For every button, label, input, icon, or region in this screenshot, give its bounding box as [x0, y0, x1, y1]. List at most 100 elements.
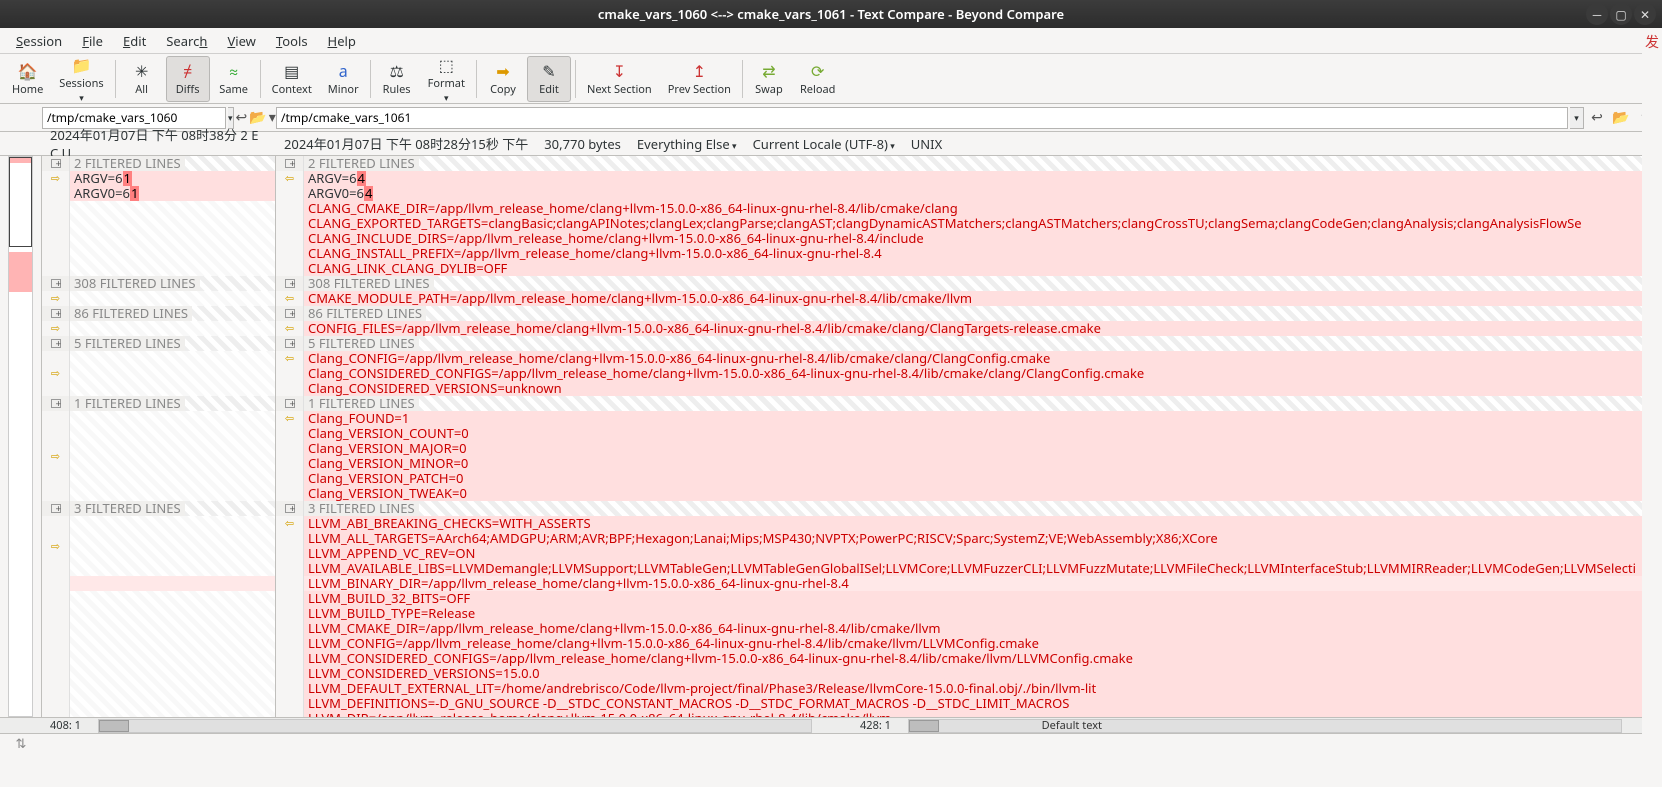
reload-icon: ⟳ — [811, 60, 824, 82]
code-line: ⇦Clang_CONFIG=/app/llvm_release_home/cla… — [276, 351, 1661, 366]
right-hscroll[interactable] — [908, 719, 1622, 733]
encoding-dropdown[interactable]: Everything Else — [629, 135, 745, 153]
left-position: 408: 1 — [42, 718, 94, 733]
left-content[interactable]: +2 FILTERED LINES ⇨ARGV=61 ARGV0=61 +308… — [42, 156, 275, 717]
code-line: LLVM_CONSIDERED_CONFIGS=/app/llvm_releas… — [276, 651, 1661, 666]
code-line: ⇦CMAKE_MODULE_PATH=/app/llvm_release_hom… — [276, 291, 1661, 306]
code-line: LLVM_ALL_TARGETS=AArch64;AMDGPU;ARM;AVR;… — [276, 531, 1661, 546]
right-info-size: 30,770 bytes — [536, 135, 629, 153]
swap-icon: ⇄ — [762, 60, 775, 82]
filtered-label: 2 FILTERED LINES — [70, 156, 185, 171]
copy-button[interactable]: ➡Copy — [481, 56, 525, 102]
code-line: Clang_VERSION_COUNT=0 — [276, 426, 1661, 441]
code-line: Clang_CONSIDERED_VERSIONS=unknown — [276, 381, 1661, 396]
separator — [476, 60, 477, 98]
copy-icon: ➡ — [496, 60, 509, 82]
home-icon: 🏠 — [18, 60, 38, 82]
code-line: ⇦Clang_FOUND=1 — [276, 411, 1661, 426]
minimize-button[interactable]: ─ — [1586, 3, 1608, 25]
right-path-dropdown[interactable]: ▾ — [1570, 107, 1584, 129]
swap-button[interactable]: ⇄Swap — [747, 56, 791, 102]
filtered-label: +5 FILTERED LINES — [276, 336, 1661, 351]
titlebar: cmake_vars_1060 <--> cmake_vars_1061 - T… — [0, 0, 1662, 28]
filtered-label: 86 FILTERED LINES — [70, 306, 192, 321]
footer-text: Default text — [1042, 718, 1102, 733]
reload-button[interactable]: ⟳Reload — [793, 56, 842, 102]
code-line: ARGV0=64 — [276, 186, 1661, 201]
folder-icon: 📁 — [72, 54, 92, 76]
code-line: Clang_VERSION_TWEAK=0 — [276, 486, 1661, 501]
all-icon: ✳ — [135, 60, 148, 82]
right-position: 428: 1 — [852, 718, 904, 733]
prev-icon: ↥ — [693, 60, 706, 82]
minor-icon: a — [339, 60, 348, 82]
diffs-icon: ≠ — [183, 60, 192, 82]
close-button[interactable]: ✕ — [1634, 3, 1656, 25]
thumbnail-strip[interactable] — [0, 156, 42, 717]
filtered-label: 308 FILTERED LINES — [70, 276, 200, 291]
same-icon: ≈ — [229, 60, 238, 82]
code-line: LLVM_AVAILABLE_LIBS=LLVMDemangle;LLVMSup… — [276, 561, 1661, 576]
code-line: LLVM_BUILD_32_BITS=OFF — [276, 591, 1661, 606]
next-section-button[interactable]: ↧Next Section — [580, 56, 659, 102]
window-title: cmake_vars_1060 <--> cmake_vars_1061 - T… — [598, 5, 1064, 23]
code-line: CLANG_INSTALL_PREFIX=/app/llvm_release_h… — [276, 246, 1661, 261]
workspace: +2 FILTERED LINES ⇨ARGV=61 ARGV0=61 +308… — [0, 156, 1662, 717]
info-bar: 2024年01月07日 下午 08时38分 2 E C U 2024年01月07… — [0, 132, 1662, 156]
toolbar: 🏠Home 📁Sessions ✳All ≠Diffs ≈Same ▤Conte… — [0, 54, 1662, 104]
menu-file[interactable]: File — [72, 29, 113, 53]
sessions-button[interactable]: 📁Sessions — [52, 56, 110, 102]
all-button[interactable]: ✳All — [120, 56, 164, 102]
same-button[interactable]: ≈Same — [212, 56, 256, 102]
rules-button[interactable]: ⚖Rules — [375, 56, 419, 102]
menu-edit[interactable]: Edit — [113, 29, 156, 53]
right-info-date: 2024年01月07日 下午 08时28分15秒 下午 — [276, 134, 536, 153]
locale-dropdown[interactable]: Current Locale (UTF-8) — [745, 135, 903, 153]
next-icon: ↧ — [613, 60, 626, 82]
separator — [370, 60, 371, 98]
code-line: LLVM_DEFINITIONS=-D_GNU_SOURCE -D__STDC_… — [276, 696, 1661, 711]
menubar: SSessionession File Edit Search View Too… — [0, 28, 1662, 54]
maximize-button[interactable]: ▢ — [1610, 3, 1632, 25]
code-line: LLVM_DIR=/app/llvm_release_home/clang+ll… — [276, 711, 1661, 717]
status-scroll-bar: 408: 1 428: 1 Default text — [0, 717, 1662, 733]
home-button[interactable]: 🏠Home — [5, 56, 50, 102]
filtered-label: +308 FILTERED LINES — [276, 276, 1661, 291]
minor-button[interactable]: aMinor — [321, 56, 366, 102]
code-line: LLVM_BINARY_DIR=/app/llvm_release_home/c… — [276, 576, 1661, 591]
menu-session[interactable]: SSessionession — [6, 29, 72, 53]
right-pane: +2 FILTERED LINES⇦ARGV=64ARGV0=64CLANG_C… — [276, 156, 1662, 717]
left-hscroll[interactable] — [98, 719, 812, 733]
separator — [115, 60, 116, 98]
menu-tools[interactable]: Tools — [266, 29, 318, 53]
rules-icon: ⚖ — [389, 60, 403, 82]
code-line: LLVM_CONSIDERED_VERSIONS=15.0.0 — [276, 666, 1661, 681]
sync-icon[interactable]: ⇅ — [0, 734, 42, 752]
code-line: CLANG_CMAKE_DIR=/app/llvm_release_home/c… — [276, 201, 1661, 216]
right-back-icon[interactable]: ↩ — [1586, 107, 1608, 129]
prev-section-button[interactable]: ↥Prev Section — [661, 56, 738, 102]
filtered-label: +1 FILTERED LINES — [276, 396, 1661, 411]
filtered-label: 3 FILTERED LINES — [70, 501, 185, 516]
separator — [260, 60, 261, 98]
edit-icon: ✎ — [542, 60, 555, 82]
format-button[interactable]: ⬚Format — [421, 56, 472, 102]
menu-view[interactable]: View — [217, 29, 265, 53]
right-path-input[interactable] — [276, 107, 1568, 129]
filtered-label: +86 FILTERED LINES — [276, 306, 1661, 321]
menu-search[interactable]: Search — [156, 29, 217, 53]
context-icon: ▤ — [284, 60, 299, 82]
diffs-button[interactable]: ≠Diffs — [166, 56, 210, 102]
separator — [742, 60, 743, 98]
filtered-label: 1 FILTERED LINES — [70, 396, 185, 411]
context-button[interactable]: ▤Context — [265, 56, 319, 102]
code-line: ⇦ARGV=64 — [276, 171, 1661, 186]
right-content[interactable]: +2 FILTERED LINES⇦ARGV=64ARGV0=64CLANG_C… — [276, 156, 1661, 717]
format-icon: ⬚ — [439, 54, 454, 76]
dock-strip: 发 — [1642, 28, 1662, 787]
right-open-icon[interactable]: 📂 — [1610, 107, 1632, 129]
right-info-os: UNIX — [903, 135, 950, 153]
edit-button[interactable]: ✎Edit — [527, 56, 571, 102]
code-line: Clang_VERSION_MAJOR=0 — [276, 441, 1661, 456]
menu-help[interactable]: Help — [318, 29, 366, 53]
